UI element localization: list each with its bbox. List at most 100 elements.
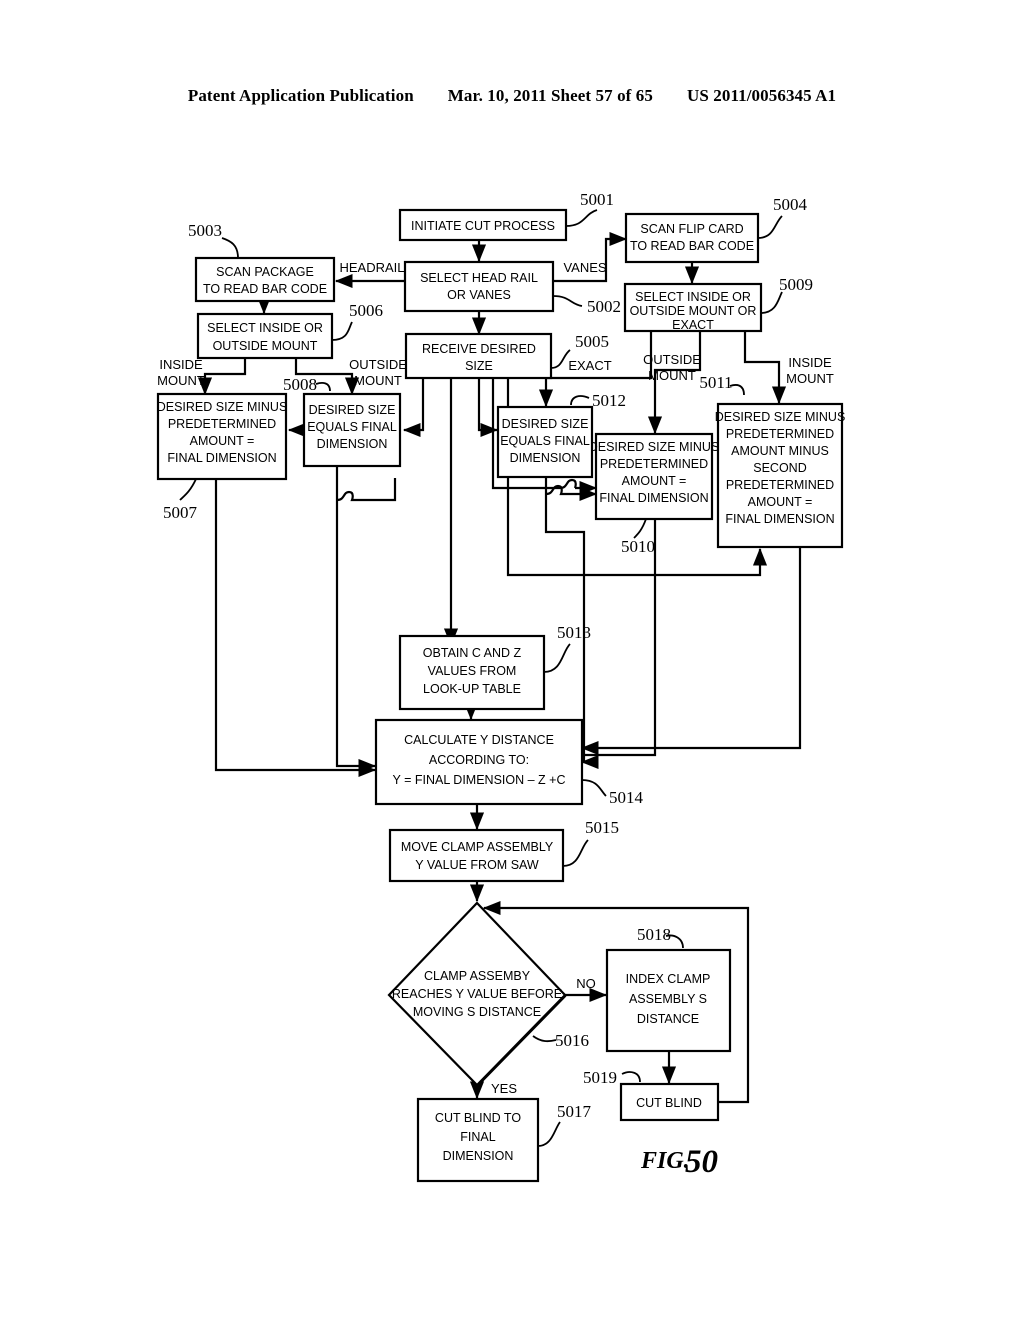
node-5004: SCAN FLIP CARD TO READ BAR CODE 5004 bbox=[624, 195, 808, 264]
ref-5014: 5014 bbox=[609, 788, 644, 807]
node-5002-line-0: SELECT HEAD RAIL bbox=[420, 271, 538, 285]
svg-text:EXACT: EXACT bbox=[568, 358, 611, 373]
node-5018: INDEX CLAMP ASSEMBLY S DISTANCE 5018 bbox=[605, 925, 732, 1053]
ref-5004: 5004 bbox=[773, 195, 808, 214]
node-5010-line-3: FINAL DIMENSION bbox=[599, 491, 708, 505]
ref-5016: 5016 bbox=[555, 1031, 589, 1050]
node-5016-line-1: REACHES Y VALUE BEFORE bbox=[392, 987, 562, 1001]
svg-text:INSIDE: INSIDE bbox=[159, 357, 203, 372]
node-5003: SCAN PACKAGE TO READ BAR CODE 5003 bbox=[188, 221, 336, 303]
node-5013-line-2: LOOK-UP TABLE bbox=[423, 682, 521, 696]
node-5017: CUT BLIND TO FINAL DIMENSION 5017 bbox=[416, 1097, 592, 1183]
node-5005-line-0: RECEIVE DESIRED bbox=[422, 342, 536, 356]
node-5019: CUT BLIND 5019 bbox=[583, 1068, 720, 1122]
node-5013-line-1: VALUES FROM bbox=[428, 664, 517, 678]
ref-5001: 5001 bbox=[580, 190, 614, 209]
node-5016: CLAMP ASSEMBY REACHES Y VALUE BEFORE MOV… bbox=[387, 901, 589, 1087]
node-5017-line-2: DIMENSION bbox=[443, 1149, 514, 1163]
node-5007-line-3: FINAL DIMENSION bbox=[167, 451, 276, 465]
node-5002-line-1: OR VANES bbox=[447, 288, 511, 302]
node-5015: MOVE CLAMP ASSEMBLY Y VALUE FROM SAW 501… bbox=[388, 818, 619, 883]
ref-5019: 5019 bbox=[583, 1068, 617, 1087]
node-5008-line-0: DESIRED SIZE bbox=[309, 403, 396, 417]
node-5016-line-0: CLAMP ASSEMBY bbox=[424, 969, 531, 983]
node-5013-line-0: OBTAIN C AND Z bbox=[423, 646, 522, 660]
svg-text:VANES: VANES bbox=[563, 260, 606, 275]
node-5007-line-1: PREDETERMINED bbox=[168, 417, 276, 431]
node-5009-line-1: OUTSIDE MOUNT OR bbox=[630, 304, 757, 318]
node-5011-line-1: PREDETERMINED bbox=[726, 427, 834, 441]
edge-label-headrail: HEADRAIL bbox=[339, 260, 404, 275]
svg-text:MOUNT: MOUNT bbox=[354, 373, 402, 388]
node-5014-line-1: ACCORDING TO: bbox=[429, 753, 529, 767]
svg-text:INSIDE: INSIDE bbox=[788, 355, 832, 370]
node-5011-line-3: SECOND bbox=[753, 461, 806, 475]
ref-5003: 5003 bbox=[188, 221, 222, 240]
node-5016-line-2: MOVING S DISTANCE bbox=[413, 1005, 541, 1019]
node-5018-line-2: DISTANCE bbox=[637, 1012, 699, 1026]
ref-5010: 5010 bbox=[621, 537, 655, 556]
edge-label-outside-mount-right: OUTSIDE MOUNT bbox=[643, 352, 701, 383]
node-5009-line-0: SELECT INSIDE OR bbox=[635, 290, 751, 304]
node-5015-line-1: Y VALUE FROM SAW bbox=[415, 858, 539, 872]
node-5011-line-0: DESIRED SIZE MINUS bbox=[715, 410, 846, 424]
svg-text:MOUNT: MOUNT bbox=[157, 373, 205, 388]
svg-text:OUTSIDE: OUTSIDE bbox=[643, 352, 701, 367]
ref-5015: 5015 bbox=[585, 818, 619, 837]
node-5011-line-5: AMOUNT = bbox=[748, 495, 813, 509]
node-5008: DESIRED SIZE EQUALS FINAL DIMENSION 5008 bbox=[283, 375, 402, 468]
figure-label: FIG. 50 bbox=[640, 1144, 718, 1180]
node-5013: OBTAIN C AND Z VALUES FROM LOOK-UP TABLE… bbox=[398, 623, 591, 711]
patent-figure-page: Patent Application Publication Mar. 10, 2… bbox=[0, 0, 1024, 1320]
svg-text:MOUNT: MOUNT bbox=[786, 371, 834, 386]
svg-text:FIG.: FIG. bbox=[640, 1148, 690, 1174]
node-5004-line-0: SCAN FLIP CARD bbox=[640, 222, 743, 236]
node-5008-line-1: EQUALS FINAL bbox=[307, 420, 397, 434]
svg-text:50: 50 bbox=[685, 1144, 718, 1180]
node-5014-line-0: CALCULATE Y DISTANCE bbox=[404, 733, 554, 747]
node-5017-line-1: FINAL bbox=[460, 1130, 495, 1144]
edge-label-vanes: VANES bbox=[563, 260, 606, 275]
node-5010-line-1: PREDETERMINED bbox=[600, 457, 708, 471]
node-5018-line-1: ASSEMBLY S bbox=[629, 992, 707, 1006]
node-5001-line-0: INITIATE CUT PROCESS bbox=[411, 219, 555, 233]
node-5019-line-0: CUT BLIND bbox=[636, 1096, 702, 1110]
edge-label-inside-mount-left: INSIDE MOUNT bbox=[157, 357, 205, 388]
node-5001: INITIATE CUT PROCESS 5001 bbox=[398, 190, 614, 242]
svg-text:OUTSIDE: OUTSIDE bbox=[349, 357, 407, 372]
ref-5013: 5013 bbox=[557, 623, 591, 642]
node-5006-line-1: OUTSIDE MOUNT bbox=[213, 339, 318, 353]
node-5004-line-1: TO READ BAR CODE bbox=[630, 239, 754, 253]
node-5018-line-0: INDEX CLAMP bbox=[626, 972, 711, 986]
node-5007: DESIRED SIZE MINUS PREDETERMINED AMOUNT … bbox=[157, 392, 288, 522]
ref-5006: 5006 bbox=[349, 301, 383, 320]
edge-label-no: NO bbox=[576, 976, 596, 991]
node-5015-line-0: MOVE CLAMP ASSEMBLY bbox=[401, 840, 554, 854]
ref-5002: 5002 bbox=[587, 297, 621, 316]
ref-5005: 5005 bbox=[575, 332, 609, 351]
ref-5008: 5008 bbox=[283, 375, 317, 394]
node-5003-line-1: TO READ BAR CODE bbox=[203, 282, 327, 296]
node-5011-line-2: AMOUNT MINUS bbox=[731, 444, 829, 458]
edge-label-inside-mount-right: INSIDE MOUNT bbox=[786, 355, 834, 386]
node-5012-line-0: DESIRED SIZE bbox=[502, 417, 589, 431]
ref-5012: 5012 bbox=[592, 391, 626, 410]
svg-text:YES: YES bbox=[491, 1081, 517, 1096]
node-5014: CALCULATE Y DISTANCE ACCORDING TO: Y = F… bbox=[374, 718, 644, 807]
svg-text:MOUNT: MOUNT bbox=[648, 368, 696, 383]
ref-5018: 5018 bbox=[637, 925, 671, 944]
node-5003-line-0: SCAN PACKAGE bbox=[216, 265, 314, 279]
node-5010-line-2: AMOUNT = bbox=[622, 474, 687, 488]
node-5010-line-0: DESIRED SIZE MINUS bbox=[589, 440, 720, 454]
node-5011: DESIRED SIZE MINUS PREDETERMINED AMOUNT … bbox=[699, 373, 846, 549]
edge-label-exact: EXACT bbox=[568, 358, 611, 373]
node-5007-line-0: DESIRED SIZE MINUS bbox=[157, 400, 288, 414]
node-5011-line-6: FINAL DIMENSION bbox=[725, 512, 834, 526]
node-5014-line-2: Y = FINAL DIMENSION – Z +C bbox=[393, 773, 566, 787]
node-5005-line-1: SIZE bbox=[465, 359, 493, 373]
ref-5011: 5011 bbox=[699, 373, 732, 392]
flowchart-svg: INITIATE CUT PROCESS 5001 SELECT HEAD RA… bbox=[157, 190, 846, 1183]
svg-text:HEADRAIL: HEADRAIL bbox=[339, 260, 404, 275]
node-5009: SELECT INSIDE OR OUTSIDE MOUNT OR EXACT … bbox=[623, 275, 813, 333]
node-5012-line-1: EQUALS FINAL bbox=[500, 434, 590, 448]
